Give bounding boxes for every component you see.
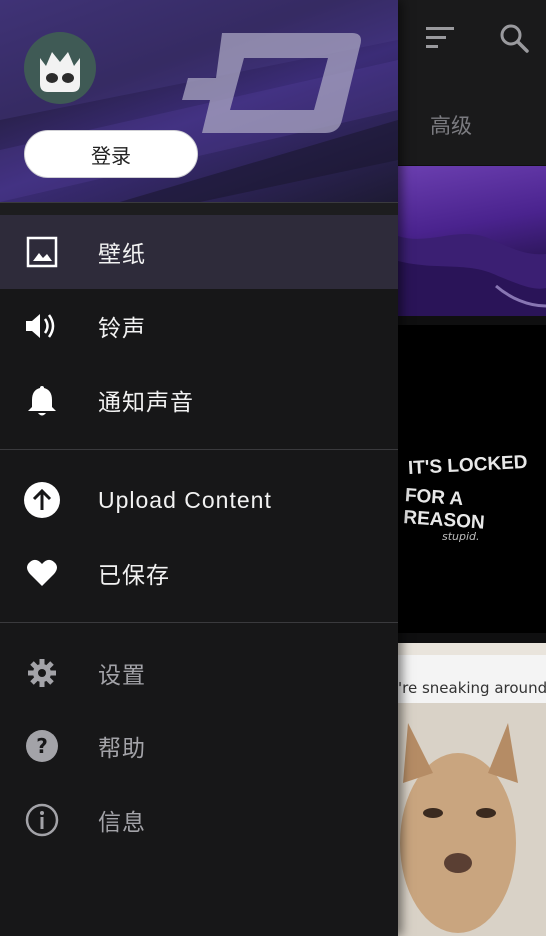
nav-item-wallpapers[interactable]: 壁纸 (0, 215, 398, 289)
zedge-logo (182, 33, 361, 133)
nav-item-label: 信息 (98, 810, 146, 836)
nav-item-info[interactable]: 信息 (0, 783, 398, 857)
nav-item-saved[interactable]: 已保存 (0, 536, 398, 610)
monster-avatar-icon (40, 52, 80, 92)
search-icon[interactable] (498, 22, 530, 54)
navigation-drawer: 登录 壁纸 铃声 通知声音 Upload Content 已保存 设置 ? 帮助… (0, 0, 398, 936)
nav-item-settings[interactable]: 设置 (0, 636, 398, 710)
nav-item-label: 壁纸 (98, 242, 146, 268)
nav-item-label: 帮助 (98, 736, 146, 762)
info-icon (22, 800, 62, 840)
gear-icon (22, 653, 62, 693)
svg-text:?: ? (36, 734, 48, 758)
wallpaper-thumbnail-dog-meme[interactable]: 're sneaking around stub your toe (398, 643, 546, 936)
nav-item-label: 设置 (98, 663, 146, 689)
nav-item-ringtones[interactable]: 铃声 (0, 289, 398, 363)
bell-icon (22, 380, 62, 420)
avatar[interactable] (24, 32, 96, 104)
header-divider (0, 202, 398, 216)
nav-item-upload-content[interactable]: Upload Content (0, 463, 398, 537)
nav-item-label: 铃声 (98, 316, 146, 342)
drawer-header: 登录 (0, 0, 398, 202)
wallpaper-thumbnail-locked[interactable]: IT'S LOCKED FOR A REASON stupid. (398, 325, 546, 633)
section-divider (0, 449, 398, 450)
locked-text-3: stupid. (442, 530, 480, 543)
nav-item-label: 已保存 (98, 563, 170, 589)
nav-item-label: Upload Content (98, 486, 272, 513)
help-icon: ? (22, 726, 62, 766)
upload-icon (22, 480, 62, 520)
sort-icon[interactable] (424, 24, 456, 52)
wallpaper-thumbnail-ocean[interactable] (398, 166, 546, 316)
section-divider (0, 622, 398, 623)
locked-text-1: IT'S LOCKED (407, 451, 529, 480)
login-button[interactable]: 登录 (24, 130, 198, 178)
image-icon (22, 232, 62, 272)
heart-icon (22, 553, 62, 593)
nav-item-notification-sounds[interactable]: 通知声音 (0, 363, 398, 437)
nav-item-help[interactable]: ? 帮助 (0, 709, 398, 783)
speaker-icon (22, 306, 62, 346)
nav-item-label: 通知声音 (98, 390, 194, 416)
tab-advanced[interactable]: 高级 (430, 110, 472, 140)
